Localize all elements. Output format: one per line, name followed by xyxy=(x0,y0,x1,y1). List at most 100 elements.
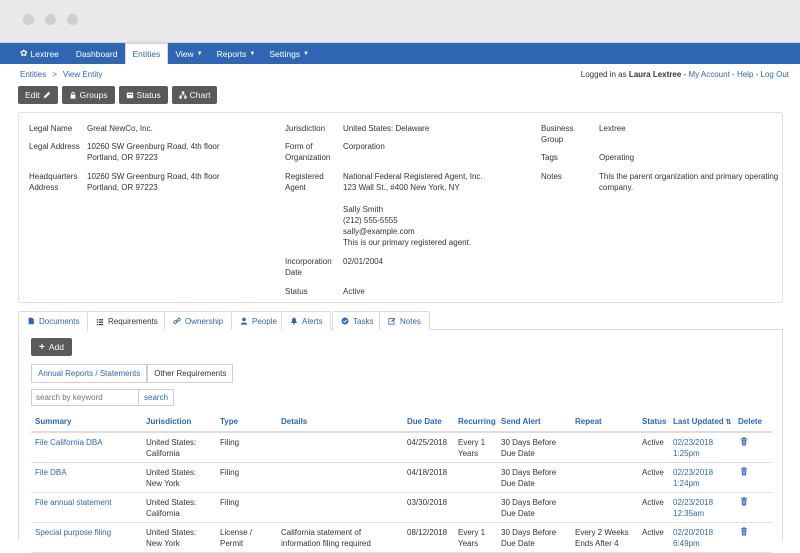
type-cell: Filing xyxy=(216,432,277,463)
user-icon xyxy=(240,317,248,325)
caret-down-icon: ▼ xyxy=(196,50,203,57)
col-jurisdiction[interactable]: Jurisdiction xyxy=(142,412,216,433)
last-updated-cell-line1[interactable]: 02/23/2018 xyxy=(673,467,730,478)
nav-settings[interactable]: Settings ▼ xyxy=(262,43,316,64)
col-recurring[interactable]: Recurring xyxy=(454,412,497,433)
brand-link[interactable]: ✿ Lextree xyxy=(0,43,69,64)
due-date-cell-line1: 04/18/2018 xyxy=(407,468,448,477)
last-updated-cell-line1[interactable]: 02/20/2018 xyxy=(673,527,730,538)
add-button-label: Add xyxy=(48,342,64,352)
tab-people[interactable]: People xyxy=(231,311,286,330)
edit-button-label: Edit xyxy=(25,90,40,100)
last-updated-cell-line1[interactable]: 02/23/2018 xyxy=(673,497,730,508)
help-link[interactable]: Help xyxy=(737,70,753,79)
trash-icon[interactable] xyxy=(740,437,748,446)
table-row: File annual statement United States: Calif… xyxy=(31,492,772,523)
entity-tabs: Documents Requirements Ownership People … xyxy=(18,311,783,331)
col-details[interactable]: Details xyxy=(277,412,403,433)
col-type[interactable]: Type xyxy=(216,412,277,433)
due-date-cell: 04/25/2018 xyxy=(403,432,454,463)
subtab-annual-reports[interactable]: Annual Reports / Statements xyxy=(31,364,148,383)
nav-entities[interactable]: Entities xyxy=(124,43,169,64)
last-updated-cell-line2[interactable]: 6:49pm xyxy=(673,538,730,549)
agent-email: sally@example.com xyxy=(343,227,415,236)
chart-button[interactable]: Chart xyxy=(171,86,218,104)
summary-cell-line1[interactable]: File California DBA xyxy=(35,437,138,448)
summary-cell[interactable]: File California DBA xyxy=(31,432,142,463)
due-date-cell-line1: 03/30/2018 xyxy=(407,498,448,507)
subtab-other-requirements[interactable]: Other Requirements xyxy=(147,364,234,383)
breadcrumb-current-link[interactable]: View Entity xyxy=(63,70,102,79)
col-status[interactable]: Status xyxy=(638,412,669,433)
tab-ownership[interactable]: Ownership xyxy=(164,311,233,330)
add-requirement-button[interactable]: + Add xyxy=(31,338,72,356)
delete-cell xyxy=(734,432,772,463)
last-updated-cell[interactable]: 02/23/2018 12:35am xyxy=(669,492,734,523)
tab-alerts[interactable]: Alerts xyxy=(281,311,332,330)
summary-cell[interactable]: File annual statement xyxy=(31,492,142,523)
window-close-dot[interactable] xyxy=(23,14,34,25)
type-cell: License / Permit xyxy=(216,522,277,553)
last-updated-cell[interactable]: 02/20/2018 6:49pm xyxy=(669,522,734,553)
col-due-date[interactable]: Due Date xyxy=(403,412,454,433)
col-last-updated[interactable]: Last Updated ⇅ xyxy=(669,412,734,433)
last-updated-cell[interactable]: 02/23/2018 1:24pm xyxy=(669,462,734,493)
col-send-alert[interactable]: Send Alert xyxy=(497,412,571,433)
last-updated-cell[interactable]: 02/23/2018 1:25pm xyxy=(669,432,734,463)
last-updated-cell-line2[interactable]: 12:35am xyxy=(673,508,730,519)
org-chart-icon xyxy=(179,91,187,99)
trash-icon[interactable] xyxy=(740,497,748,506)
form-label-line1: Form of xyxy=(285,142,313,151)
send-alert-cell-line2: Due Date xyxy=(501,479,535,488)
summary-cell-line1[interactable]: File DBA xyxy=(35,467,138,478)
trash-icon[interactable] xyxy=(740,467,748,476)
repeat-cell xyxy=(571,432,638,463)
recurring-cell xyxy=(454,492,497,523)
jurisdiction-cell-line2: California xyxy=(146,509,180,518)
send-alert-cell-line1: 30 Days Before xyxy=(501,438,557,447)
search-button[interactable]: search xyxy=(139,389,175,406)
last-updated-cell-line2[interactable]: 1:25pm xyxy=(673,448,730,459)
tab-tasks[interactable]: Tasks xyxy=(332,311,383,330)
last-updated-cell-line2[interactable]: 1:24pm xyxy=(673,478,730,489)
summary-cell[interactable]: Special purpose filing xyxy=(31,522,142,553)
last-updated-cell-line1[interactable]: 02/23/2018 xyxy=(673,437,730,448)
col-repeat[interactable]: Repeat xyxy=(571,412,638,433)
type-cell-line1: Filing xyxy=(220,498,240,507)
nav-dashboard[interactable]: Dashboard xyxy=(69,43,125,64)
col-summary[interactable]: Summary xyxy=(31,412,142,433)
nav-view[interactable]: View ▼ xyxy=(168,43,209,64)
summary-cell[interactable]: File DBA xyxy=(31,462,142,493)
details-cell xyxy=(277,492,403,523)
window-maximize-dot[interactable] xyxy=(67,14,78,25)
tab-requirements[interactable]: Requirements xyxy=(87,311,167,331)
jurisdiction-cell-line2: New York xyxy=(146,479,180,488)
chart-button-label: Chart xyxy=(189,90,211,100)
my-account-link[interactable]: My Account xyxy=(688,70,729,79)
jurisdiction-cell-line1: United States: xyxy=(146,498,197,507)
due-date-cell-line1: 04/25/2018 xyxy=(407,438,448,447)
type-cell-line1: License / xyxy=(220,528,253,537)
window-minimize-dot[interactable] xyxy=(45,14,56,25)
delete-cell xyxy=(734,462,772,493)
logout-link[interactable]: Log Out xyxy=(761,70,789,79)
jurisdiction-cell: United States: California xyxy=(142,432,216,463)
file-icon xyxy=(28,317,34,325)
edit-button[interactable]: Edit xyxy=(18,86,58,104)
search-input[interactable] xyxy=(31,389,139,406)
groups-button[interactable]: Groups xyxy=(61,86,115,104)
details-cell-line1: California statement of xyxy=(281,528,362,537)
trash-icon[interactable] xyxy=(740,527,748,536)
tab-notes[interactable]: Notes xyxy=(379,311,430,330)
tab-documents[interactable]: Documents xyxy=(18,311,89,330)
summary-cell-line1[interactable]: Special purpose filing xyxy=(35,527,138,538)
jurisdiction-cell: United States: New York xyxy=(142,462,216,493)
nav-reports-label: Reports xyxy=(216,48,247,59)
table-row: File DBA United States: New York Filing 04/1… xyxy=(31,462,772,493)
summary-cell-line1[interactable]: File annual statement xyxy=(35,497,138,508)
status-button[interactable]: Status xyxy=(118,86,168,104)
breadcrumb-entities-link[interactable]: Entities xyxy=(20,70,46,79)
nav-settings-label: Settings xyxy=(269,48,301,59)
sort-descending-icon[interactable]: ⇅ xyxy=(726,419,732,426)
nav-reports[interactable]: Reports ▼ xyxy=(210,43,263,64)
